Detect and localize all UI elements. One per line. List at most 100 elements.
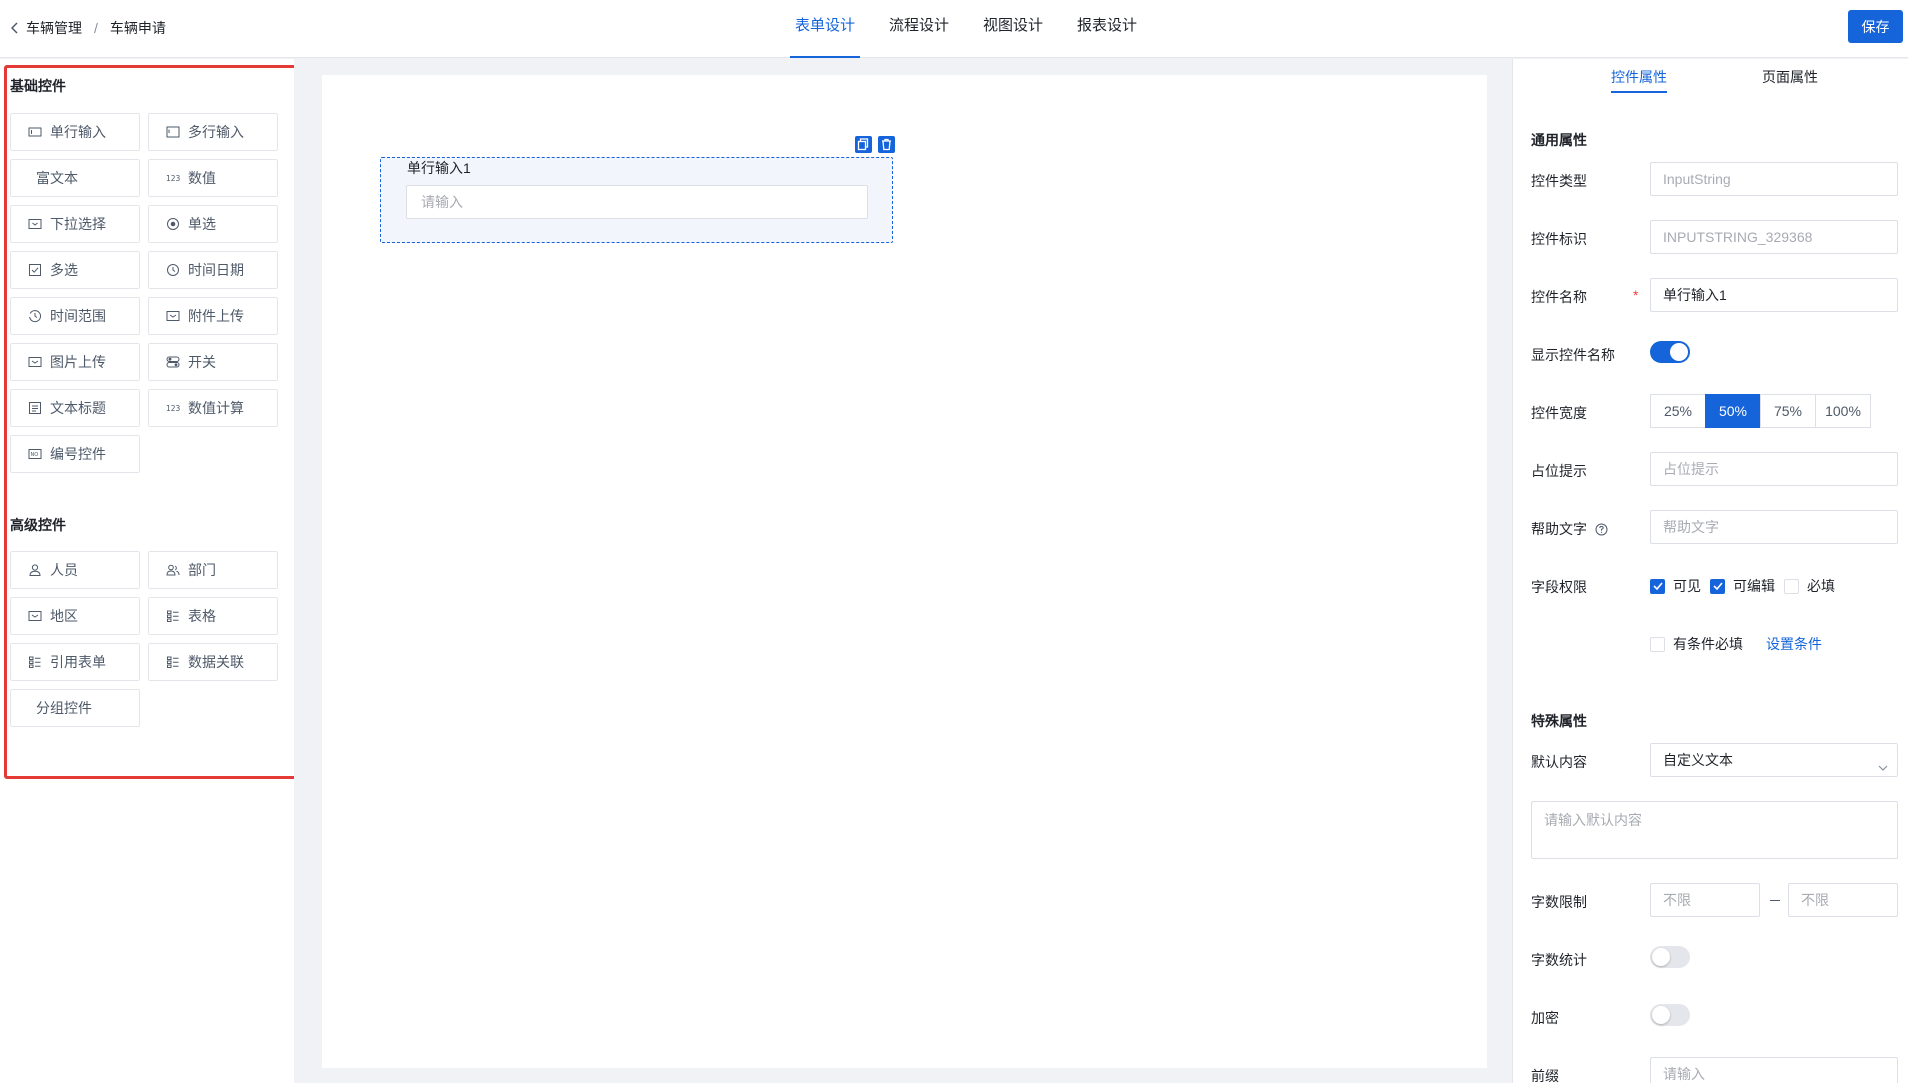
component-region[interactable]: 地区 xyxy=(10,597,140,635)
multi-line-input-icon xyxy=(166,125,180,139)
tab-form-design[interactable]: 表单设计 xyxy=(778,0,872,58)
component-data-link[interactable]: 数据关联 xyxy=(148,643,278,681)
field-label: 单行输入1 xyxy=(407,160,471,176)
required-mark: * xyxy=(1633,287,1639,303)
back-chevron-icon[interactable] xyxy=(8,17,22,39)
conditional-required-checkbox[interactable]: 有条件必填 xyxy=(1650,634,1743,654)
char-limit-max-input[interactable]: 不限 xyxy=(1788,883,1898,917)
checkbox-checked-icon xyxy=(1710,578,1725,594)
component-switch[interactable]: 开关 xyxy=(148,343,278,381)
number-123-icon: 123 xyxy=(166,171,180,185)
clock-icon xyxy=(166,263,180,277)
single-line-input-icon xyxy=(28,125,42,139)
control-name-label: 控件名称 xyxy=(1531,289,1587,305)
component-table[interactable]: 表格 xyxy=(148,597,278,635)
selected-form-field[interactable]: 单行输入1 请输入 xyxy=(380,157,893,243)
default-content-select[interactable]: 自定义文本 xyxy=(1650,743,1898,777)
control-type-label: 控件类型 xyxy=(1531,173,1587,189)
encrypt-toggle[interactable] xyxy=(1650,1004,1690,1026)
component-label: 数值 xyxy=(188,170,216,186)
reference-form-icon xyxy=(28,655,42,669)
default-content-value: 自定义文本 xyxy=(1663,752,1733,768)
time-range-icon xyxy=(28,309,42,323)
tab-flow-design[interactable]: 流程设计 xyxy=(872,0,966,58)
field-input-preview[interactable]: 请输入 xyxy=(406,185,868,219)
component-checkbox[interactable]: 多选 xyxy=(10,251,140,289)
breadcrumb-level1[interactable]: 车辆管理 xyxy=(26,18,82,38)
region-icon xyxy=(28,609,42,623)
prefix-field[interactable]: 请输入 xyxy=(1650,1057,1898,1083)
char-limit-min-input[interactable]: 不限 xyxy=(1650,883,1760,917)
top-header: 车辆管理 / 车辆申请 表单设计 流程设计 视图设计 报表设计 保存 xyxy=(0,0,1908,58)
width-option-100[interactable]: 100% xyxy=(1815,394,1871,428)
set-condition-link[interactable]: 设置条件 xyxy=(1766,634,1822,654)
tab-control-properties[interactable]: 控件属性 xyxy=(1611,67,1667,93)
width-option-50[interactable]: 50% xyxy=(1705,394,1761,428)
component-attachment[interactable]: 附件上传 xyxy=(148,297,278,335)
component-multi-line-input[interactable]: 多行输入 xyxy=(148,113,278,151)
checkbox-empty-icon xyxy=(1650,636,1665,652)
svg-text:NO: NO xyxy=(31,452,39,458)
design-tabs: 表单设计 流程设计 视图设计 报表设计 xyxy=(778,0,1154,58)
component-item[interactable]: 富文本 xyxy=(10,159,140,197)
checkbox-checked-icon xyxy=(1650,578,1665,594)
prefix-label: 前缀 xyxy=(1531,1068,1559,1083)
dropdown-icon xyxy=(28,217,42,231)
width-option-25[interactable]: 25% xyxy=(1650,394,1706,428)
control-width-label: 控件宽度 xyxy=(1531,405,1587,421)
number-123-icon: 123 xyxy=(166,401,180,415)
component-department[interactable]: 部门 xyxy=(148,551,278,589)
copy-icon[interactable] xyxy=(855,136,872,153)
component-clock[interactable]: 时间日期 xyxy=(148,251,278,289)
field-permission-label: 字段权限 xyxy=(1531,579,1587,595)
serial-number-icon: NO xyxy=(28,447,42,461)
question-circle-icon[interactable] xyxy=(1595,523,1608,539)
control-name-field[interactable]: 单行输入1 xyxy=(1650,278,1898,312)
component-number-123[interactable]: 123 数值计算 xyxy=(148,389,278,427)
component-item[interactable]: 分组控件 xyxy=(10,689,140,727)
perm-editable-checkbox[interactable]: 可编辑 xyxy=(1710,576,1775,596)
component-label: 地区 xyxy=(50,608,78,624)
perm-required-checkbox[interactable]: 必填 xyxy=(1784,576,1835,596)
radio-icon xyxy=(166,217,180,231)
component-serial-number[interactable]: NO 编号控件 xyxy=(10,435,140,473)
component-time-range[interactable]: 时间范围 xyxy=(10,297,140,335)
component-single-line-input[interactable]: 单行输入 xyxy=(10,113,140,151)
component-radio[interactable]: 单选 xyxy=(148,205,278,243)
component-label: 附件上传 xyxy=(188,308,244,324)
field-toolbar xyxy=(855,136,895,153)
delete-icon[interactable] xyxy=(878,136,895,153)
perm-required-text: 必填 xyxy=(1807,578,1835,594)
component-label: 编号控件 xyxy=(50,446,106,462)
component-text-title[interactable]: 文本标题 xyxy=(10,389,140,427)
char-count-toggle[interactable] xyxy=(1650,946,1690,968)
show-name-toggle[interactable] xyxy=(1650,341,1690,363)
tab-view-design[interactable]: 视图设计 xyxy=(966,0,1060,58)
component-label: 分组控件 xyxy=(36,700,92,716)
width-option-75[interactable]: 75% xyxy=(1760,394,1816,428)
component-dropdown[interactable]: 下拉选择 xyxy=(10,205,140,243)
help-text-field[interactable]: 帮助文字 xyxy=(1650,510,1898,544)
tab-report-design[interactable]: 报表设计 xyxy=(1060,0,1154,58)
range-dash xyxy=(1770,900,1780,901)
component-label: 下拉选择 xyxy=(50,216,106,232)
save-button[interactable]: 保存 xyxy=(1848,10,1903,43)
component-label: 多行输入 xyxy=(188,124,244,140)
component-image[interactable]: 图片上传 xyxy=(10,343,140,381)
breadcrumb-separator: / xyxy=(94,20,98,36)
component-label: 富文本 xyxy=(36,170,78,186)
department-icon xyxy=(166,563,180,577)
perm-visible-checkbox[interactable]: 可见 xyxy=(1650,576,1701,596)
component-number-123[interactable]: 123 数值 xyxy=(148,159,278,197)
placeholder-hint-field[interactable]: 占位提示 xyxy=(1650,452,1898,486)
component-label: 数据关联 xyxy=(188,654,244,670)
checkbox-icon xyxy=(28,263,42,277)
default-content-textarea[interactable]: 请输入默认内容 xyxy=(1531,801,1898,859)
component-reference-form[interactable]: 引用表单 xyxy=(10,643,140,681)
component-label: 部门 xyxy=(188,562,216,578)
text-title-icon xyxy=(28,401,42,415)
component-label: 数值计算 xyxy=(188,400,244,416)
component-person[interactable]: 人员 xyxy=(10,551,140,589)
tab-page-properties[interactable]: 页面属性 xyxy=(1762,67,1818,87)
image-icon xyxy=(28,355,42,369)
